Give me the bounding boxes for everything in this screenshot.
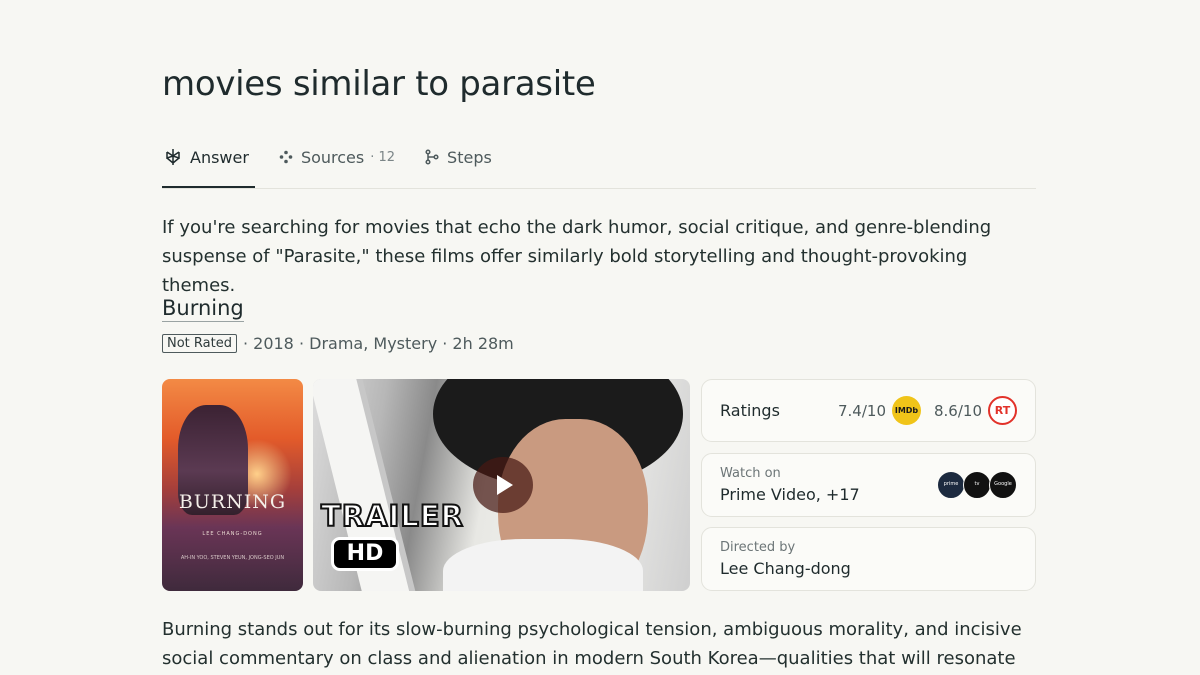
play-icon[interactable] xyxy=(473,457,533,513)
rt-score: 8.6/10 xyxy=(934,401,982,420)
tab-answer-label: Answer xyxy=(190,147,249,167)
sources-icon xyxy=(279,150,293,164)
trailer-text: TRAILER xyxy=(320,498,464,534)
movie-title-link[interactable]: Burning xyxy=(162,296,244,322)
conclusion-paragraph: Burning stands out for its slow-burning … xyxy=(162,619,1022,669)
movie-poster[interactable]: BURNING LEE CHANG-DONG AH-IN YOO, STEVEN… xyxy=(162,379,303,591)
watch-card[interactable]: Watch on Prime Video, +17 prime video tv… xyxy=(701,453,1036,517)
tab-sources[interactable]: Sources · 12 xyxy=(277,138,397,176)
perplexity-icon xyxy=(166,149,180,165)
answer-tabs: Answer Sources · 12 Steps xyxy=(162,138,1036,189)
intro-paragraph: If you're searching for movies that echo… xyxy=(162,217,992,296)
poster-title: BURNING xyxy=(178,491,287,513)
director-label: Directed by xyxy=(720,540,796,555)
apple-tv-icon: tv xyxy=(963,471,991,499)
trailer-shirt xyxy=(443,539,643,591)
tab-steps-label: Steps xyxy=(447,147,492,167)
provider-icons: prime video tv Google Play xyxy=(937,471,1017,499)
google-play-icon: Google Play xyxy=(989,471,1017,499)
rating-badge: Not Rated xyxy=(162,334,237,353)
tab-sources-label: Sources xyxy=(300,147,365,167)
director-value: Lee Chang-dong xyxy=(720,559,851,578)
steps-icon xyxy=(425,149,439,165)
query-title: movies similar to parasite xyxy=(162,64,596,104)
sources-count: · 12 xyxy=(370,149,396,165)
tab-answer[interactable]: Answer xyxy=(162,138,255,188)
director-card[interactable]: Directed by Lee Chang-dong xyxy=(701,527,1036,591)
hd-badge: HD xyxy=(331,537,399,571)
ratings-card[interactable]: Ratings 7.4/10 IMDb 8.6/10 RT xyxy=(701,379,1036,442)
imdb-icon: IMDb xyxy=(892,396,921,425)
answer-page: movies similar to parasite Answer Source… xyxy=(0,0,1200,675)
prime-video-icon: prime video xyxy=(937,471,965,499)
rotten-tomatoes-icon: RT xyxy=(988,396,1017,425)
poster-credit: LEE CHANG-DONG xyxy=(202,531,263,537)
poster-cast: AH-IN YOO, STEVEN YEUN, JONG-SEO JUN xyxy=(180,555,285,561)
movie-meta: Not Rated · 2018 · Drama, Mystery · 2h 2… xyxy=(162,334,514,353)
ratings-label: Ratings xyxy=(720,401,780,420)
ratings-scores: 7.4/10 IMDb 8.6/10 RT xyxy=(838,396,1017,425)
tab-steps[interactable]: Steps xyxy=(423,138,494,176)
movie-meta-text: · 2018 · Drama, Mystery · 2h 28m xyxy=(242,334,514,353)
imdb-score: 7.4/10 xyxy=(838,401,886,420)
trailer-thumbnail[interactable]: TRAILER HD xyxy=(313,379,690,591)
